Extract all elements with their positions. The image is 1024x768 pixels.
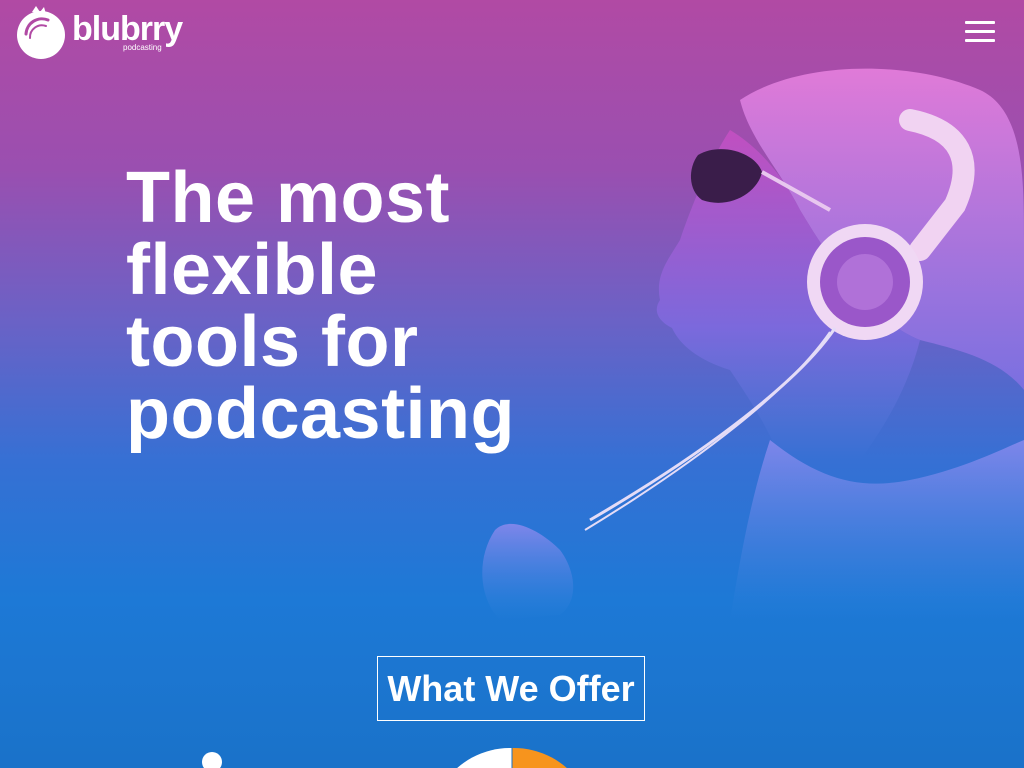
headline-line: flexible — [126, 230, 379, 310]
pie-chart-icon — [457, 747, 567, 768]
headline-line: podcasting — [126, 374, 516, 454]
logo-wordmark: blubrry — [72, 10, 183, 48]
page: blubrry podcasting The most flexible too… — [0, 0, 1024, 768]
headline-line: The most — [126, 158, 451, 238]
logo-tagline: podcasting — [123, 43, 162, 52]
person-icon — [202, 752, 222, 768]
hero-headline: The most flexible tools for podcasting — [126, 162, 586, 450]
hamburger-menu-icon — [965, 21, 995, 24]
blubrry-logo[interactable]: blubrry podcasting — [14, 4, 189, 62]
menu-button[interactable] — [961, 18, 999, 46]
what-we-offer-button[interactable]: What We Offer — [377, 656, 645, 721]
headline-line: tools for — [126, 302, 419, 382]
blubrry-logo-icon — [17, 6, 65, 59]
